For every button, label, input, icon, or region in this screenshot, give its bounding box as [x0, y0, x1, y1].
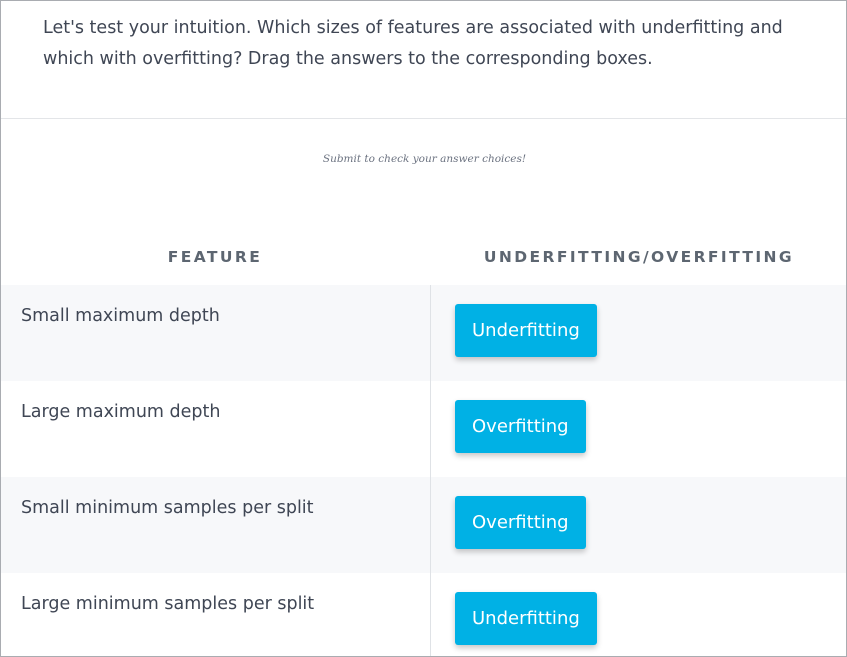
- result-column-header: UNDERFITTING/OVERFITTING: [483, 248, 795, 266]
- feature-label: Small maximum depth: [21, 306, 220, 326]
- feature-label: Small minimum samples per split: [21, 498, 314, 518]
- answer-chip-overfitting[interactable]: Overfitting: [455, 496, 586, 549]
- answer-chip-overfitting[interactable]: Overfitting: [455, 400, 586, 453]
- quiz-panel: Let's test your intuition. Which sizes o…: [0, 0, 847, 657]
- table-row: Small minimum samples per split Overfitt…: [1, 477, 846, 573]
- feature-label: Large minimum samples per split: [21, 594, 315, 614]
- answer-chip-underfitting[interactable]: Underfitting: [455, 592, 597, 645]
- answer-chip-underfitting[interactable]: Underfitting: [455, 304, 597, 357]
- feature-label: Large maximum depth: [21, 402, 221, 422]
- submit-hint: Submit to check your answer choices!: [322, 153, 527, 165]
- table-row: Large maximum depth Overfitting: [1, 381, 846, 477]
- table-row: Large minimum samples per split Underfit…: [1, 573, 846, 656]
- section-divider: [1, 118, 846, 119]
- column-divider: [430, 285, 431, 656]
- table-row: Small maximum depth Underfitting: [1, 285, 846, 381]
- feature-column-header: FEATURE: [167, 248, 263, 266]
- question-text: Let's test your intuition. Which sizes o…: [43, 18, 783, 69]
- matching-table: Small maximum depth Underfitting Large m…: [1, 285, 846, 656]
